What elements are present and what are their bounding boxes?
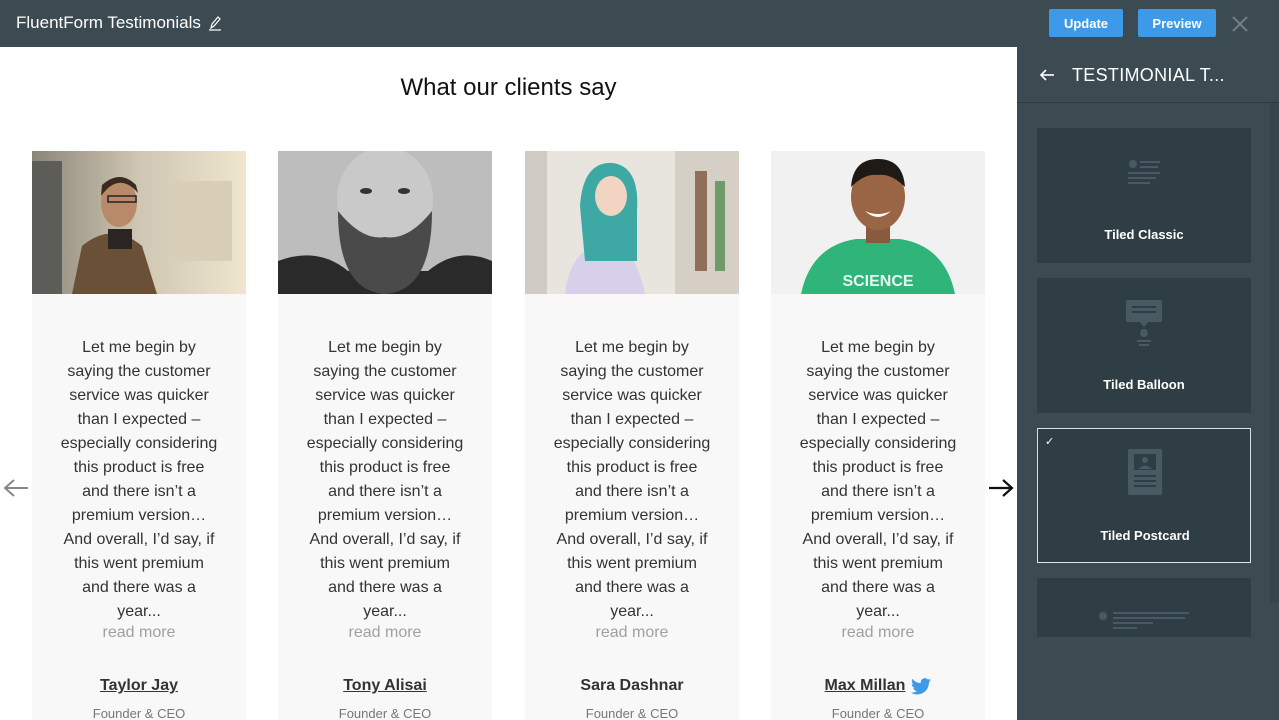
testimonial-card: Let me begin by saying the customer serv… <box>525 151 739 720</box>
preview-canvas: What our clients say Let me begin by say… <box>0 47 1017 720</box>
testimonial-author: Sara Dashnar <box>525 677 739 695</box>
template-tiled-balloon[interactable]: Tiled Balloon <box>1037 278 1251 413</box>
section-heading: What our clients say <box>400 74 617 101</box>
panel-title: TESTIMONIAL T... <box>1072 65 1225 85</box>
top-bar: FluentForm Testimonials Update Preview <box>0 0 1279 47</box>
template-label: Tiled Balloon <box>1103 377 1185 392</box>
svg-text:SCIENCE: SCIENCE <box>842 273 913 290</box>
man-with-glasses-photo <box>32 151 246 294</box>
update-button[interactable]: Update <box>1049 9 1123 37</box>
preview-button[interactable]: Preview <box>1138 9 1216 37</box>
testimonial-author[interactable]: Max Millan <box>771 677 985 695</box>
balloon-template-icon <box>1126 300 1162 346</box>
testimonial-quote: Let me begin by saying the customer serv… <box>553 339 711 620</box>
panel-header: TESTIMONIAL T... <box>1017 47 1279 103</box>
author-role: Founder & CEO <box>585 706 679 720</box>
read-more-link[interactable]: read more <box>771 624 985 642</box>
author-name[interactable]: Tony Alisai <box>343 677 427 695</box>
author-name: Sara Dashnar <box>580 677 684 694</box>
page-title: FluentForm Testimonials <box>16 13 222 33</box>
author-name[interactable]: Taylor Jay <box>100 677 178 695</box>
testimonial-card: SCIENCE Let me begin by saying the custo… <box>771 151 985 720</box>
template-label: Tiled Postcard <box>1100 528 1190 543</box>
author-role: Founder & CEO <box>338 706 432 720</box>
man-green-shirt-photo: SCIENCE <box>771 151 985 294</box>
read-more-link[interactable]: read more <box>525 624 739 642</box>
template-label: Tiled Classic <box>1104 227 1184 242</box>
testimonial-card: Let me begin by saying the customer serv… <box>278 151 492 720</box>
template-tiled-classic[interactable]: Tiled Classic <box>1037 128 1251 263</box>
previous-arrow-icon[interactable] <box>3 478 29 498</box>
read-more-link[interactable]: read more <box>278 624 492 642</box>
classic-template-icon <box>1128 160 1160 184</box>
testimonial-quote: Let me begin by saying the customer serv… <box>799 339 957 620</box>
testimonial-author[interactable]: Tony Alisai <box>278 677 492 695</box>
bearded-man-bw-photo <box>278 151 492 294</box>
template-list[interactable] <box>1037 578 1251 637</box>
edit-pencil-icon[interactable] <box>208 15 222 31</box>
list-template-icon <box>1099 612 1189 629</box>
read-more-link[interactable]: read more <box>32 624 246 642</box>
twitter-icon[interactable] <box>911 677 932 695</box>
postcard-template-icon <box>1128 449 1162 495</box>
testimonial-quote: Let me begin by saying the customer serv… <box>60 339 218 620</box>
testimonial-author[interactable]: Taylor Jay <box>32 677 246 695</box>
template-panel: TESTIMONIAL T... Tiled Classic Tiled Bal… <box>1017 47 1279 720</box>
testimonial-card: Let me begin by saying the customer serv… <box>32 151 246 720</box>
testimonial-quote: Let me begin by saying the customer serv… <box>306 339 464 620</box>
woman-teal-hair-photo <box>525 151 739 294</box>
author-role: Founder & CEO <box>831 706 925 720</box>
page-title-text: FluentForm Testimonials <box>16 13 201 32</box>
next-arrow-icon[interactable] <box>988 478 1014 498</box>
panel-scrollbar[interactable] <box>1270 103 1279 603</box>
close-icon[interactable] <box>1229 13 1251 35</box>
template-tiled-postcard[interactable]: ✓ Tiled Postcard <box>1037 428 1251 563</box>
author-name[interactable]: Max Millan <box>825 677 906 695</box>
back-arrow-icon[interactable] <box>1039 67 1055 83</box>
author-role: Founder & CEO <box>92 706 186 720</box>
selected-check-icon: ✓ <box>1045 436 1055 448</box>
